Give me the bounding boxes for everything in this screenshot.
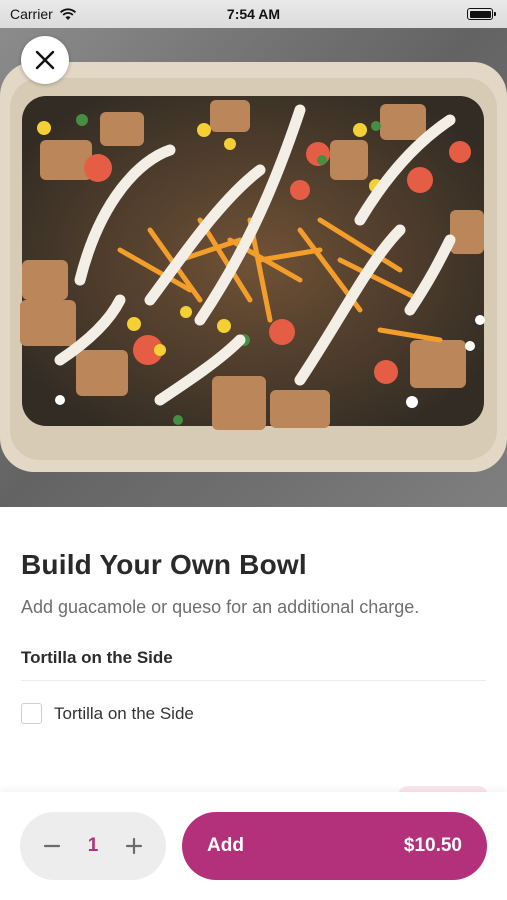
- option-tortilla-row[interactable]: Tortilla on the Side: [21, 703, 486, 724]
- status-left: Carrier: [10, 6, 77, 22]
- close-icon: [35, 50, 55, 70]
- close-button[interactable]: [21, 36, 69, 84]
- item-description: Add guacamole or queso for an additional…: [21, 597, 420, 617]
- battery-icon: [467, 8, 496, 20]
- options-section-title: Tortilla on the Side: [21, 648, 486, 681]
- status-bar: Carrier 7:54 AM: [0, 0, 507, 28]
- add-button-price: $10.50: [403, 835, 462, 856]
- add-to-cart-button[interactable]: Add $10.50: [182, 812, 487, 880]
- item-details: Build Your Own Bowl Add guacamole or que…: [0, 507, 507, 724]
- decrement-button[interactable]: [40, 834, 64, 858]
- food-hero-image: [0, 0, 507, 507]
- increment-button[interactable]: [122, 834, 146, 858]
- carrier-label: Carrier: [10, 6, 53, 22]
- add-button-label: Add: [207, 835, 244, 856]
- tortilla-checkbox[interactable]: [21, 703, 42, 724]
- bowl-photo: [0, 0, 507, 507]
- bottom-action-bar: 1 Add $10.50: [0, 792, 507, 900]
- option-tortilla-label: Tortilla on the Side: [54, 703, 194, 723]
- quantity-stepper: 1: [20, 812, 166, 880]
- item-title: Build Your Own Bowl: [21, 549, 307, 580]
- plus-icon: [125, 837, 143, 855]
- quantity-value: 1: [87, 835, 99, 856]
- minus-icon: [43, 844, 61, 848]
- wifi-icon: [59, 7, 76, 20]
